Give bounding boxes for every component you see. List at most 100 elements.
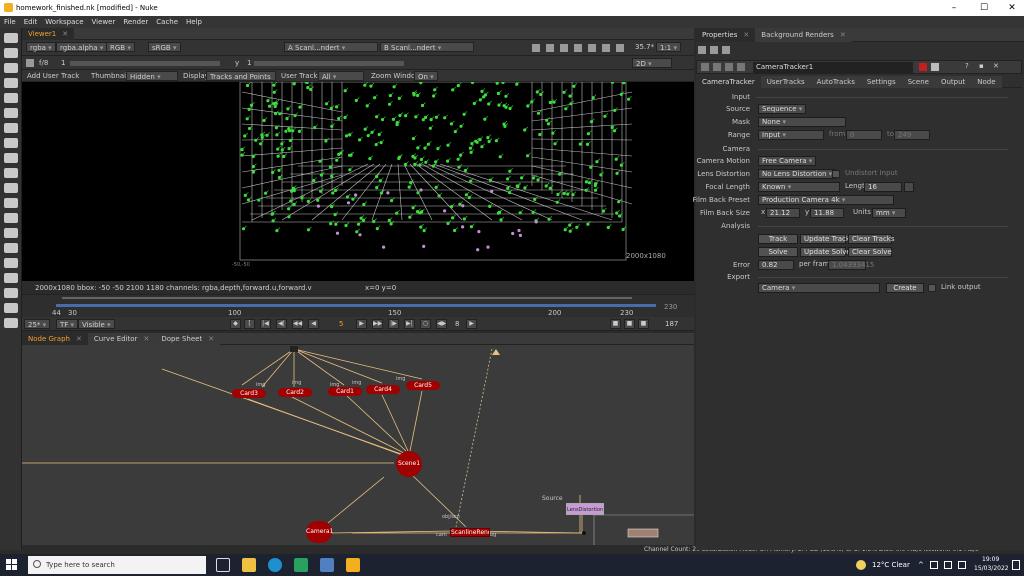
track-button[interactable]: Track xyxy=(758,234,798,244)
close-icon[interactable]: ✕ xyxy=(840,31,846,39)
node-settings-icon[interactable] xyxy=(713,63,721,71)
first-frame-icon[interactable]: |◀ xyxy=(260,319,271,329)
tray-chevron-icon[interactable]: ^ xyxy=(918,561,924,569)
tile-color-icon[interactable] xyxy=(919,63,927,71)
deep-tool-icon[interactable] xyxy=(4,198,18,208)
alpha-dropdown[interactable]: rgba.alpha xyxy=(56,42,108,52)
clipping-icon[interactable] xyxy=(574,44,582,52)
ocula-icon[interactable] xyxy=(4,318,18,328)
snapshot-icon[interactable] xyxy=(546,44,554,52)
clear-tracks-button[interactable]: Clear Tracks xyxy=(848,234,895,244)
menu-workspace[interactable]: Workspace xyxy=(41,16,87,28)
loop-icon[interactable]: ○ xyxy=(420,319,431,329)
backdrop-node[interactable] xyxy=(627,528,659,538)
menu-cache[interactable]: Cache xyxy=(152,16,182,28)
subtab-autotracks[interactable]: AutoTracks xyxy=(810,76,861,88)
fstop-readout[interactable]: f/8 xyxy=(36,58,51,68)
from-field[interactable]: 0 xyxy=(846,130,882,140)
close-button[interactable]: ✕ xyxy=(1002,2,1022,14)
subtab-scene[interactable]: Scene xyxy=(901,76,935,88)
mask-overlay-icon[interactable] xyxy=(588,44,596,52)
input-a-dropdown[interactable]: A Scanl...ndert xyxy=(284,42,378,52)
film-x-field[interactable]: 21.12 xyxy=(766,208,800,218)
tab-viewer1[interactable]: Viewer1 ✕ xyxy=(22,28,75,40)
filter-tool-icon[interactable] xyxy=(4,108,18,118)
update-track-button[interactable]: Update Track xyxy=(800,234,850,244)
air-tool-icon[interactable] xyxy=(4,288,18,298)
link-output-checkbox[interactable] xyxy=(928,284,936,292)
node-card2[interactable]: Card2 xyxy=(278,388,312,397)
draw-tool-icon[interactable] xyxy=(4,48,18,58)
menu-edit[interactable]: Edit xyxy=(20,16,42,28)
input-b-dropdown[interactable]: B Scanl...ndert xyxy=(380,42,474,52)
increment-icon[interactable]: ◀▶ xyxy=(436,319,447,329)
view-mode-dropdown[interactable]: 2D xyxy=(632,58,672,68)
last-frame-value[interactable]: 187 xyxy=(662,319,681,329)
tab-dope-sheet[interactable]: Dope Sheet ✕ xyxy=(155,333,221,345)
merge-tool-icon[interactable] xyxy=(4,138,18,148)
animation-icon[interactable] xyxy=(904,182,914,192)
gain-value[interactable]: 1 xyxy=(58,58,68,68)
photos-icon[interactable] xyxy=(320,558,334,572)
node-card5[interactable]: Card5 xyxy=(406,381,440,390)
close-icon[interactable]: ✕ xyxy=(143,335,149,343)
windows-start-icon[interactable] xyxy=(6,559,18,571)
node-scanline-render[interactable]: ScanlineRender xyxy=(450,528,490,537)
film-y-field[interactable]: 11.88 xyxy=(810,208,844,218)
keyer-tool-icon[interactable] xyxy=(4,123,18,133)
subtab-cameratracker[interactable]: CameraTracker xyxy=(696,76,761,88)
subtab-node[interactable]: Node xyxy=(971,76,1002,88)
node-camera[interactable]: Camera1 xyxy=(306,521,333,543)
paint-icon[interactable] xyxy=(722,46,730,54)
roi-icon[interactable] xyxy=(532,44,540,52)
other-tool-icon[interactable] xyxy=(4,258,18,268)
float-button[interactable]: ▪ xyxy=(979,62,984,70)
furnace-tool-icon[interactable] xyxy=(4,273,18,283)
minimize-button[interactable]: – xyxy=(944,2,964,14)
node-card3[interactable]: Card3 xyxy=(232,389,266,398)
visible-dropdown[interactable]: Visible xyxy=(78,319,115,329)
clock-date[interactable]: 15/03/2022 xyxy=(974,565,1009,572)
display-dropdown[interactable]: Tracks and Points xyxy=(206,71,276,81)
camera-motion-dropdown[interactable]: Free Camera xyxy=(758,156,817,166)
display-channel-dropdown[interactable]: RGB xyxy=(106,42,135,52)
node-scene[interactable]: Scene1 xyxy=(396,451,422,477)
thumbnails-dropdown[interactable]: Hidden xyxy=(126,71,178,81)
node-graph-canvas[interactable]: Card3 Card2 Card1 Card4 Card5 img img im… xyxy=(22,345,694,545)
gamma-value[interactable]: 1 xyxy=(244,58,254,68)
channels-dropdown[interactable]: rgba xyxy=(26,42,56,52)
film-back-preset-dropdown[interactable]: Production Camera 4k xyxy=(758,195,894,205)
font-color-icon[interactable] xyxy=(931,63,939,71)
clear-solve-button[interactable]: Clear Solve xyxy=(848,247,892,257)
node-card1[interactable]: Card1 xyxy=(328,387,362,396)
file-explorer-icon[interactable] xyxy=(242,558,256,572)
transform-tool-icon[interactable] xyxy=(4,153,18,163)
subtab-output[interactable]: Output xyxy=(934,76,972,88)
collapse-icon[interactable] xyxy=(701,63,709,71)
solve-button[interactable]: Solve xyxy=(758,247,798,257)
network-icon[interactable] xyxy=(930,561,938,569)
error-field[interactable]: 0.82 xyxy=(758,260,794,270)
volume-icon[interactable] xyxy=(944,561,952,569)
create-button[interactable]: Create xyxy=(886,283,924,293)
language-icon[interactable] xyxy=(958,561,966,569)
tab-node-graph[interactable]: Node Graph ✕ xyxy=(22,333,88,345)
float-icon[interactable] xyxy=(710,46,718,54)
dot-node[interactable] xyxy=(290,346,298,352)
next-keyframe-icon[interactable]: |▶ xyxy=(388,319,399,329)
views-tool-icon[interactable] xyxy=(4,213,18,223)
user-tracks-dropdown[interactable]: All xyxy=(318,71,364,81)
render-icon[interactable]: ■ xyxy=(624,319,635,329)
pixel-ratio-dropdown[interactable]: 1:1 xyxy=(656,42,682,52)
3d-tool-icon[interactable] xyxy=(4,168,18,178)
flipbook-icon[interactable]: ■ xyxy=(610,319,621,329)
add-user-track-button[interactable]: Add User Track xyxy=(24,71,82,81)
units-dropdown[interactable]: mm xyxy=(872,208,906,218)
out-point-icon[interactable]: ▶ xyxy=(466,319,477,329)
close-icon[interactable]: ✕ xyxy=(62,30,68,38)
tab-curve-editor[interactable]: Curve Editor ✕ xyxy=(87,333,156,345)
weather-readout[interactable]: 12°C Clear xyxy=(872,554,910,576)
toolsets-icon[interactable] xyxy=(4,243,18,253)
clock-time[interactable]: 19:09 xyxy=(982,556,999,563)
close-icon[interactable]: ✕ xyxy=(76,335,82,343)
